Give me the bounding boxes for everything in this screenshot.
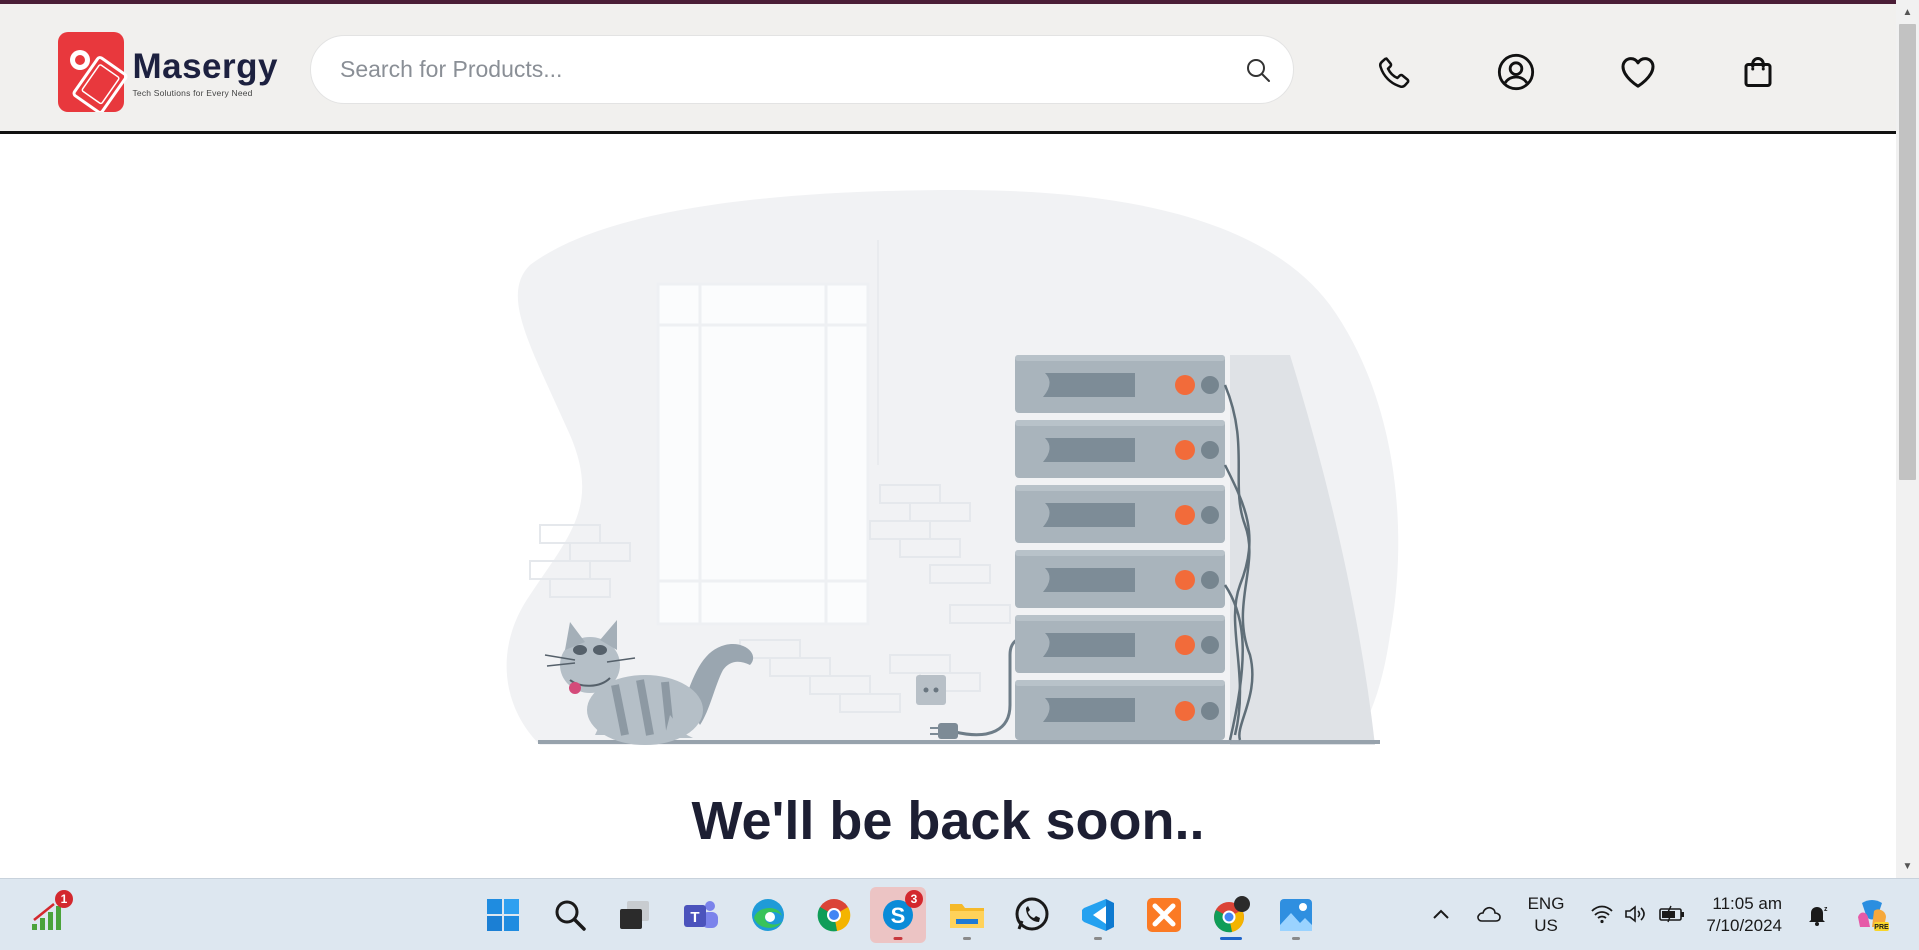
language-code: ENG	[1527, 894, 1565, 913]
browser-viewport: Masergy Tech Solutions for Every Need Se…	[0, 0, 1896, 878]
clock[interactable]: 11:05 am 7/10/2024	[1706, 891, 1782, 939]
svg-text:PRE: PRE	[1874, 924, 1889, 931]
wifi-icon[interactable]	[1588, 901, 1616, 927]
running-indicator	[893, 937, 903, 940]
vertical-scrollbar[interactable]: ▲ ▼	[1896, 0, 1919, 878]
maintenance-illustration	[490, 185, 1410, 760]
language-indicator[interactable]: ENG US	[1518, 891, 1574, 939]
clock-time: 11:05 am	[1712, 894, 1782, 913]
skype-icon[interactable]: S 3	[870, 887, 926, 943]
svg-text:S: S	[891, 903, 906, 928]
running-indicator	[963, 937, 971, 940]
running-indicator	[1292, 937, 1300, 940]
vscode-icon[interactable]	[1070, 887, 1126, 943]
language-region: US	[1534, 916, 1558, 935]
brand-logo[interactable]: Masergy Tech Solutions for Every Need	[58, 26, 278, 118]
scroll-up-icon[interactable]: ▲	[1896, 2, 1919, 22]
scrollbar-thumb[interactable]	[1899, 24, 1916, 480]
logo-mark-icon	[58, 32, 128, 112]
running-indicator	[1094, 937, 1102, 940]
file-explorer-icon[interactable]	[939, 887, 995, 943]
scroll-down-icon[interactable]: ▼	[1896, 856, 1919, 876]
phone-icon[interactable]	[1375, 52, 1415, 92]
brand-name: Masergy	[132, 46, 278, 86]
network-status-icon[interactable]: 1	[20, 887, 76, 943]
battery-charging-icon[interactable]	[1657, 901, 1687, 927]
xampp-icon[interactable]	[1136, 887, 1192, 943]
svg-text:z: z	[1824, 906, 1828, 913]
search-bar	[310, 35, 1294, 104]
brand-tagline: Tech Solutions for Every Need	[132, 87, 253, 98]
task-view-icon[interactable]	[607, 887, 663, 943]
teams-icon[interactable]: T	[673, 887, 729, 943]
svg-text:T: T	[690, 909, 699, 926]
onedrive-cloud-icon[interactable]	[1474, 901, 1504, 927]
running-indicator	[1220, 937, 1242, 940]
chrome-profile-icon[interactable]	[1203, 887, 1259, 943]
windows-start-icon[interactable]	[475, 887, 531, 943]
taskbar-search-icon[interactable]	[542, 887, 598, 943]
whatsapp-icon[interactable]	[1004, 887, 1060, 943]
search-input[interactable]	[311, 56, 1223, 83]
volume-icon[interactable]	[1622, 901, 1650, 927]
skype-badge: 3	[905, 890, 923, 908]
heart-icon[interactable]	[1618, 52, 1658, 92]
photos-icon[interactable]	[1268, 887, 1324, 943]
search-icon[interactable]	[1223, 35, 1293, 104]
copilot-icon[interactable]: PRE	[1852, 895, 1892, 935]
windows-taskbar: 1 T S 3 ENG US 11:05 am 7/10/2024 z PRE	[0, 878, 1919, 950]
network-badge: 1	[55, 890, 73, 908]
chevron-up-icon[interactable]	[1428, 901, 1454, 927]
maintenance-heading: We'll be back soon..	[691, 791, 1205, 851]
site-header: Masergy Tech Solutions for Every Need	[0, 4, 1896, 134]
chrome-icon[interactable]	[806, 887, 862, 943]
clock-date: 7/10/2024	[1706, 916, 1782, 935]
edge-icon[interactable]	[740, 887, 796, 943]
shopping-bag-icon[interactable]	[1738, 52, 1778, 92]
account-icon[interactable]	[1496, 52, 1536, 92]
notification-bell-icon[interactable]: z	[1803, 901, 1831, 929]
